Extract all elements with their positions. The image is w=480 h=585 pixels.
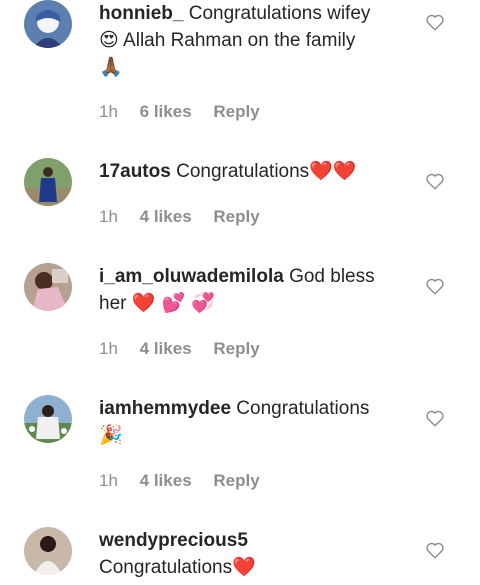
comment-emoji: ❤️❤️ xyxy=(309,160,357,182)
like-heart-icon[interactable] xyxy=(425,541,445,559)
comment-body: iamhemmydee Congratulations 🎉 xyxy=(99,395,399,449)
comment-time: 1h xyxy=(99,102,118,121)
comment-text: her xyxy=(99,293,127,314)
comment-text: Congratulations xyxy=(99,557,233,578)
likes-count[interactable]: 4 likes xyxy=(140,471,192,490)
avatar[interactable] xyxy=(24,395,72,443)
avatar[interactable] xyxy=(24,527,72,575)
comment-body: 17autos Congratulations❤️❤️ xyxy=(99,158,399,185)
like-heart-icon[interactable] xyxy=(425,172,445,190)
comment-time: 1h xyxy=(99,339,118,358)
like-heart-icon[interactable] xyxy=(425,409,445,427)
comment-text: Congratulations xyxy=(176,161,310,182)
avatar[interactable] xyxy=(24,158,72,206)
reply-button[interactable]: Reply xyxy=(213,471,259,490)
comment-emoji: ❤️ xyxy=(232,556,256,578)
comment-username[interactable]: wendyprecious5 xyxy=(99,530,248,551)
reply-button[interactable]: Reply xyxy=(213,207,259,226)
like-heart-icon[interactable] xyxy=(425,13,445,31)
likes-count[interactable]: 6 likes xyxy=(140,102,192,121)
comment-body: honnieb_ Congratulations wifey 😍 Allah R… xyxy=(99,0,399,81)
comment-body: wendyprecious5 Congratulations❤️ xyxy=(99,527,399,581)
avatar[interactable] xyxy=(24,0,72,48)
comment-emoji: 🎉 xyxy=(99,424,123,446)
comment-emoji: ❤️ 💕 💞 xyxy=(131,292,215,314)
comment-text: Congratulations wifey xyxy=(188,3,371,24)
comment-meta: 1h 6 likes Reply xyxy=(99,102,277,122)
comment-emoji: 🙏🏾 xyxy=(99,56,123,78)
reply-button[interactable]: Reply xyxy=(213,102,259,121)
comment-meta: 1h 4 likes Reply xyxy=(99,207,277,227)
likes-count[interactable]: 4 likes xyxy=(140,207,192,226)
comment-time: 1h xyxy=(99,207,118,226)
comment-username[interactable]: i_am_oluwademilola xyxy=(99,266,284,287)
comment-meta: 1h 4 likes Reply xyxy=(99,339,277,359)
comment-text: Allah Rahman on the family xyxy=(123,30,356,51)
comment-text: Congratulations xyxy=(236,398,370,419)
comment-username[interactable]: iamhemmydee xyxy=(99,398,231,419)
comment-meta: 1h 4 likes Reply xyxy=(99,471,277,491)
like-heart-icon[interactable] xyxy=(425,277,445,295)
comment-username[interactable]: honnieb_ xyxy=(99,3,183,24)
comment-username[interactable]: 17autos xyxy=(99,161,171,182)
reply-button[interactable]: Reply xyxy=(213,339,259,358)
comment-emoji: 😍 xyxy=(99,29,119,51)
comment-time: 1h xyxy=(99,471,118,490)
avatar[interactable] xyxy=(24,263,72,311)
likes-count[interactable]: 4 likes xyxy=(140,339,192,358)
comment-body: i_am_oluwademilola God bless her ❤️ 💕 💞 xyxy=(99,263,399,317)
comment-text: God bless xyxy=(289,266,375,287)
